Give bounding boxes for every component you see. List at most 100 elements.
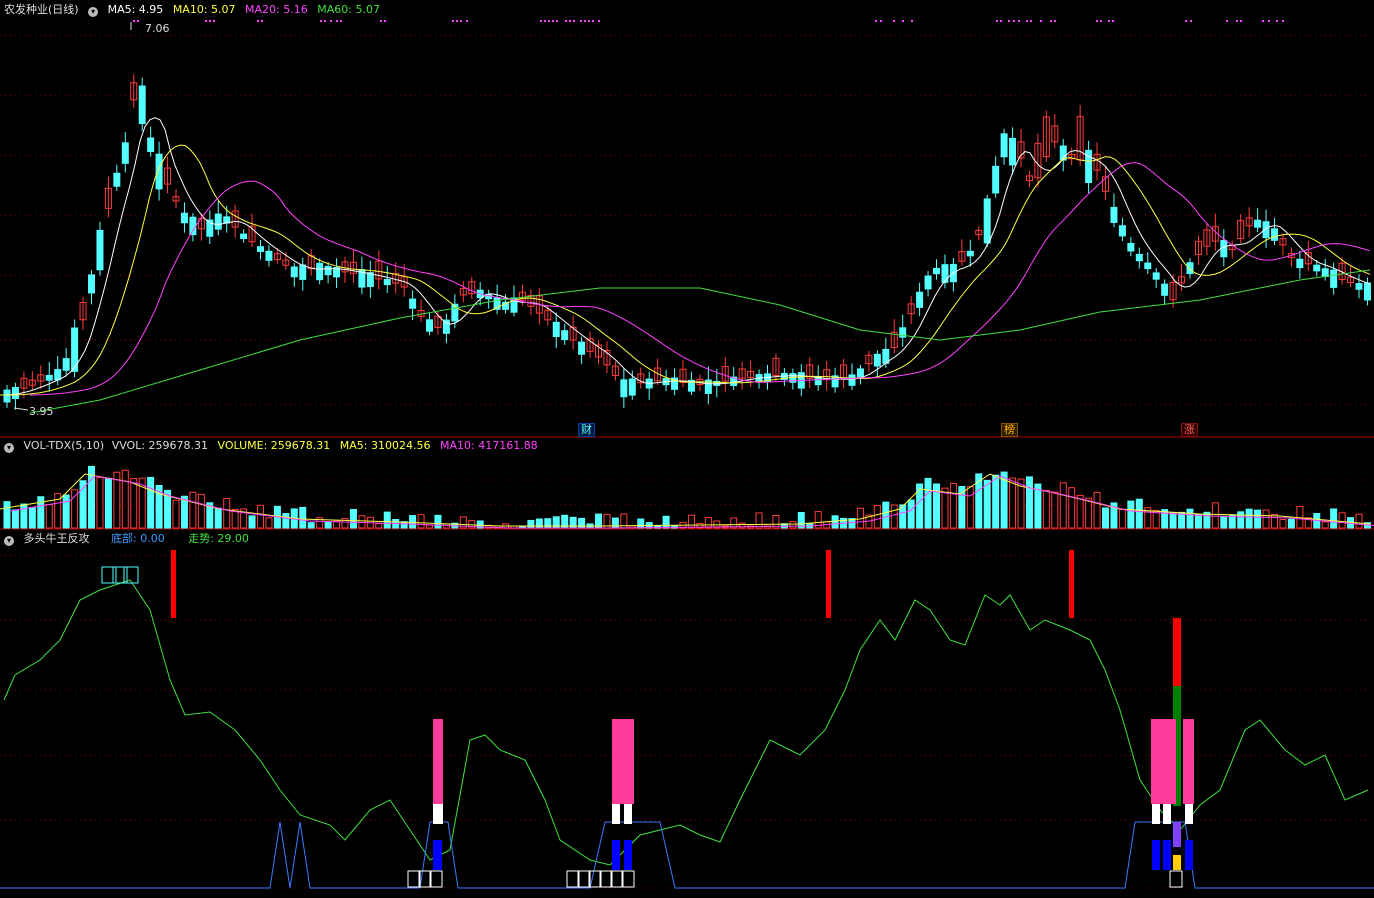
volume-bar <box>417 514 425 529</box>
volume-bar <box>96 477 104 529</box>
volume-bar <box>924 477 932 529</box>
candlestick <box>933 267 940 275</box>
candlestick <box>1330 269 1338 288</box>
candlestick <box>561 330 569 341</box>
candlestick <box>11 387 19 400</box>
volume-bar <box>265 517 273 529</box>
volume-bar <box>1034 483 1042 529</box>
candlestick <box>1321 268 1329 278</box>
signal-dot <box>456 20 458 22</box>
volume-bar <box>434 514 442 529</box>
volume-bar <box>409 515 417 529</box>
volume-bar <box>1237 511 1245 529</box>
candlestick <box>628 378 636 396</box>
candlestick <box>983 198 991 244</box>
signal-dot <box>213 20 215 22</box>
signal-dot <box>996 20 998 22</box>
volume-bar <box>104 477 112 529</box>
candlestick <box>1186 262 1194 275</box>
volume-bar <box>1118 509 1126 529</box>
signal-dot <box>1185 20 1187 22</box>
volume-bar <box>907 499 915 529</box>
white-box-marker <box>621 870 635 888</box>
volume-bar <box>1321 521 1329 529</box>
candlestick <box>1254 219 1262 228</box>
volume-bar <box>62 494 70 529</box>
candlestick <box>941 264 949 283</box>
signal-dot <box>330 20 332 22</box>
signal-dot <box>137 20 139 22</box>
candlestick <box>1271 228 1278 241</box>
signal-dot <box>1026 20 1028 22</box>
signal-dot <box>466 20 468 22</box>
volume-bar <box>383 511 391 529</box>
candlestick <box>1135 253 1143 262</box>
ma60-label: MA60: 5.07 <box>317 3 380 16</box>
candlestick <box>1110 206 1118 223</box>
volume-bar <box>1279 518 1287 529</box>
volume-header: ▾ VOL-TDX(5,10) VVOL: 259678.31 VOLUME: … <box>4 438 544 454</box>
volume-bar <box>941 487 949 529</box>
signal-dot <box>911 20 913 22</box>
signal-dot <box>133 20 135 22</box>
volume-bar <box>1211 502 1219 529</box>
volume-bar <box>223 498 231 529</box>
candlestick <box>240 233 248 240</box>
candlestick <box>1296 258 1304 269</box>
volume-settings-circle-icon[interactable]: ▾ <box>4 443 14 453</box>
white-signal-bar <box>1185 804 1193 824</box>
candlestick <box>45 374 53 381</box>
white-box-marker <box>566 870 580 888</box>
candlestick <box>54 369 62 381</box>
volume-bar <box>873 505 881 529</box>
signal-dot <box>1050 20 1052 22</box>
signal-dot <box>1190 20 1192 22</box>
signal-dot <box>580 20 582 22</box>
rise-marker[interactable]: 涨 <box>1181 423 1198 437</box>
ma10-label: MA10: 5.07 <box>172 3 236 16</box>
volume-bar <box>535 518 543 529</box>
volume-bar <box>1245 508 1253 529</box>
candlestick <box>578 341 586 355</box>
yellow-signal-bar <box>1173 855 1181 870</box>
signal-dot <box>340 20 342 22</box>
white-box-marker <box>610 870 624 888</box>
volume-bar <box>890 504 898 529</box>
signal-dot <box>209 20 211 22</box>
low-price-label: 3.95 <box>29 405 54 418</box>
candlestick <box>856 368 864 378</box>
signal-dot <box>544 20 546 22</box>
candlestick <box>1118 225 1126 237</box>
signal-dot <box>1000 20 1002 22</box>
indicator-header: ▾ 多头牛王反攻 底部: 0.00 走势: 29.00 <box>4 531 255 547</box>
signal-dot <box>573 20 575 22</box>
volume-bar <box>949 482 957 529</box>
volume-bar <box>172 499 180 529</box>
volume-bar <box>992 474 1000 529</box>
blue-signal-bar <box>1185 840 1193 870</box>
finance-marker[interactable]: 财 <box>578 423 595 437</box>
volume-bar <box>1127 500 1135 529</box>
volume-bar <box>789 521 797 529</box>
signal-dot <box>257 20 259 22</box>
volume-bar <box>28 507 36 529</box>
signal-dot <box>261 20 263 22</box>
indicator-settings-circle-icon[interactable]: ▾ <box>4 536 14 546</box>
signal-dot <box>1054 20 1056 22</box>
signal-dot <box>598 20 600 22</box>
signal-dot <box>565 20 567 22</box>
ma20-label: MA20: 5.16 <box>245 3 308 16</box>
candlestick <box>265 250 273 261</box>
signal-dot <box>1226 20 1228 22</box>
candlestick <box>121 142 129 164</box>
signal-dot <box>1262 20 1264 22</box>
candlestick <box>290 266 298 278</box>
signal-dot <box>548 20 550 22</box>
candlestick <box>383 279 391 286</box>
settings-circle-icon[interactable]: ▾ <box>88 7 99 17</box>
signal-dot <box>584 20 586 22</box>
red-signal-bar <box>1069 550 1074 618</box>
volume-bar <box>71 489 79 529</box>
rank-marker[interactable]: 榜 <box>1001 423 1018 437</box>
cyan-box-marker <box>112 566 128 584</box>
